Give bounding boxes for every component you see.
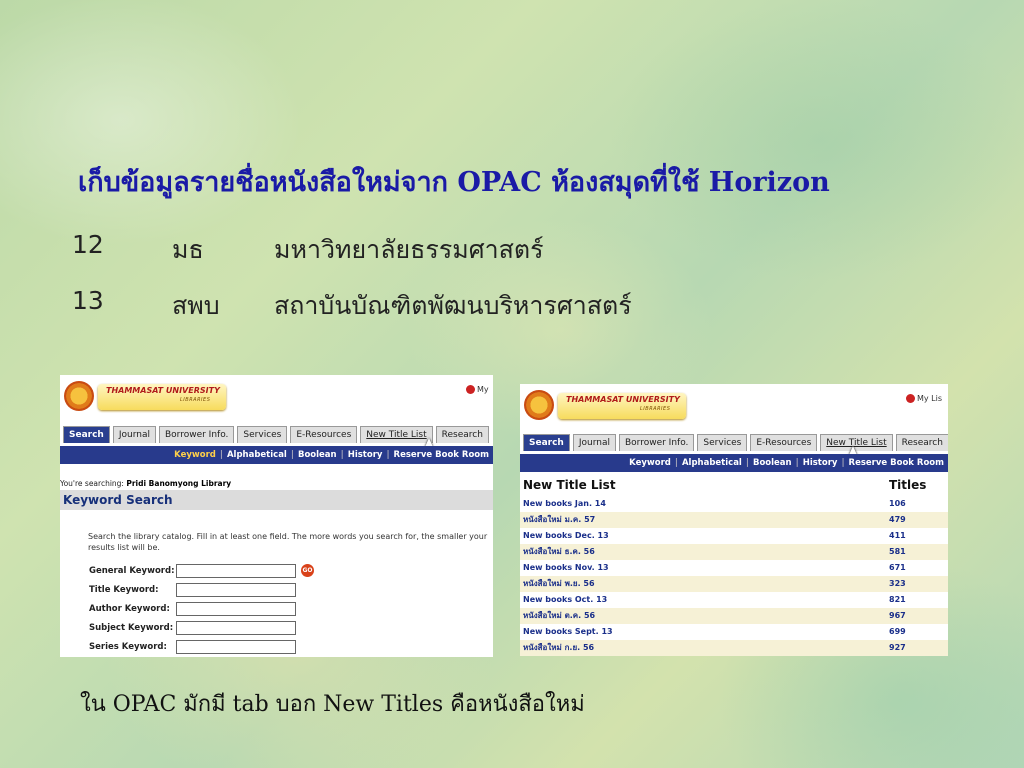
- titles-column-header: Titles: [889, 478, 927, 492]
- list-item-count: 581: [889, 547, 906, 556]
- row-abbr: มธ: [172, 235, 204, 264]
- subnav-keyword[interactable]: Keyword: [629, 458, 671, 468]
- tab-journal[interactable]: Journal: [112, 426, 156, 443]
- list-item-count: 821: [889, 595, 906, 604]
- tab-search[interactable]: Search: [63, 426, 110, 443]
- tab-borrower-info[interactable]: Borrower Info.: [158, 426, 235, 443]
- list-item-label[interactable]: หนังสือใหม่ พ.ย. 56: [523, 576, 595, 592]
- tab-services[interactable]: Services: [237, 426, 288, 443]
- slide-caption: ใน OPAC มักมี tab บอก New Titles คือหนัง…: [80, 692, 585, 717]
- list-item[interactable]: หนังสือใหม่ ธ.ค. 56 581: [520, 544, 948, 560]
- subnav-history[interactable]: History: [348, 450, 383, 460]
- tab-e-resources[interactable]: E-Resources: [750, 434, 818, 451]
- list-item-label[interactable]: New books Dec. 13: [523, 528, 609, 544]
- opac-keyword-search-screenshot: THAMMASAT UNIVERSITY LIBRARIES My Search…: [60, 375, 493, 657]
- list-item-count: 699: [889, 627, 906, 636]
- list-item-label[interactable]: New books Oct. 13: [523, 592, 607, 608]
- list-item-count: 927: [889, 643, 906, 652]
- university-seal-icon: [64, 381, 94, 411]
- row-name: สถาบันบัณฑิตพัฒนบริหารศาสตร์: [274, 291, 632, 320]
- subnav-alphabetical[interactable]: Alphabetical: [227, 450, 287, 460]
- subject-keyword-input[interactable]: [176, 621, 296, 635]
- list-item-count: 967: [889, 611, 906, 620]
- tab-journal[interactable]: Journal: [572, 434, 616, 451]
- series-keyword-input[interactable]: [176, 640, 296, 654]
- list-item[interactable]: New books Nov. 13 671: [520, 560, 948, 576]
- tab-search[interactable]: Search: [523, 434, 570, 451]
- row-number: 12: [72, 230, 104, 259]
- subnav-boolean[interactable]: Boolean: [298, 450, 337, 460]
- subject-keyword-label: Subject Keyword:: [89, 623, 174, 633]
- list-item[interactable]: New books Sept. 13 699: [520, 624, 948, 640]
- list-item-label[interactable]: หนังสือใหม่ ต.ค. 56: [523, 608, 595, 624]
- tab-borrower-info[interactable]: Borrower Info.: [618, 434, 695, 451]
- list-item-label[interactable]: New books Nov. 13: [523, 560, 609, 576]
- title-keyword-input[interactable]: [176, 583, 296, 597]
- subnav-reserve-book-room[interactable]: Reserve Book Room: [849, 458, 944, 468]
- university-seal-icon: [524, 390, 554, 420]
- list-item[interactable]: New books Oct. 13 821: [520, 592, 948, 608]
- list-item-count: 411: [889, 531, 906, 540]
- search-instructions: Search the library catalog. Fill in at l…: [88, 532, 488, 552]
- list-item[interactable]: หนังสือใหม่ ต.ค. 56 967: [520, 608, 948, 624]
- opac-header: THAMMASAT UNIVERSITY LIBRARIES My Lis: [520, 384, 948, 432]
- tab-services[interactable]: Services: [697, 434, 748, 451]
- list-item-count: 323: [889, 579, 906, 588]
- opac-new-title-list-screenshot: THAMMASAT UNIVERSITY LIBRARIES My Lis Se…: [520, 384, 948, 656]
- subnav-boolean[interactable]: Boolean: [753, 458, 792, 468]
- row-name: มหาวิทยาลัยธรรมศาสตร์: [274, 235, 544, 264]
- list-item[interactable]: หนังสือใหม่ พ.ย. 56 323: [520, 576, 948, 592]
- author-keyword-label: Author Keyword:: [89, 604, 170, 614]
- opac-header: THAMMASAT UNIVERSITY LIBRARIES My: [60, 375, 493, 423]
- list-item-count: 671: [889, 563, 906, 572]
- tab-new-title-list[interactable]: New Title List: [360, 426, 433, 443]
- list-item[interactable]: หนังสือใหม่ ม.ค. 57 479: [520, 512, 948, 528]
- subnav-reserve-book-room[interactable]: Reserve Book Room: [394, 450, 489, 460]
- general-keyword-input[interactable]: [176, 564, 296, 578]
- list-item-label[interactable]: New books Jan. 14: [523, 496, 606, 512]
- account-icon: [466, 385, 475, 394]
- new-title-list-header: New Title List Titles: [520, 476, 948, 494]
- list-icon: [906, 394, 915, 403]
- list-item-label[interactable]: New books Sept. 13: [523, 624, 613, 640]
- list-item[interactable]: หนังสือใหม่ ก.ย. 56 927: [520, 640, 948, 656]
- row-abbr: สพบ: [172, 291, 220, 320]
- list-item[interactable]: New books Jan. 14 106: [520, 496, 948, 512]
- search-subnav: Keyword | Alphabetical | Boolean | History | Res…: [520, 454, 948, 472]
- searching-library: You're searching: Pridi Banomyong Librar…: [60, 479, 232, 488]
- logo-subtext: LIBRARIES: [180, 397, 211, 403]
- tab-e-resources[interactable]: E-Resources: [290, 426, 358, 443]
- logo-subtext: LIBRARIES: [640, 406, 671, 412]
- slide-title: เก็บข้อมูลรายชื่อหนังสือใหม่จาก OPAC ห้อ…: [78, 167, 830, 198]
- row-number: 13: [72, 286, 104, 315]
- go-button[interactable]: GO: [301, 564, 314, 577]
- list-item-label[interactable]: หนังสือใหม่ ก.ย. 56: [523, 640, 594, 656]
- tab-research[interactable]: Research: [895, 434, 948, 451]
- subnav-alphabetical[interactable]: Alphabetical: [682, 458, 742, 468]
- search-subnav: Keyword | Alphabetical | Boolean | History | Res…: [60, 446, 493, 464]
- tab-research[interactable]: Research: [435, 426, 489, 443]
- subnav-keyword[interactable]: Keyword: [174, 450, 216, 460]
- list-item[interactable]: New books Dec. 13 411: [520, 528, 948, 544]
- list-item-label[interactable]: หนังสือใหม่ ม.ค. 57: [523, 512, 595, 528]
- list-item-label[interactable]: หนังสือใหม่ ธ.ค. 56: [523, 544, 595, 560]
- my-list-link[interactable]: My Lis: [906, 394, 942, 403]
- opac-tab-bar: Search Journal Borrower Info. Services E…: [520, 434, 948, 451]
- logo-text: THAMMASAT UNIVERSITY: [566, 395, 680, 404]
- my-account-link[interactable]: My: [466, 385, 489, 394]
- author-keyword-input[interactable]: [176, 602, 296, 616]
- title-keyword-label: Title Keyword:: [89, 585, 159, 595]
- list-item-count: 106: [889, 499, 906, 508]
- subnav-history[interactable]: History: [803, 458, 838, 468]
- logo-text: THAMMASAT UNIVERSITY: [106, 386, 220, 395]
- list-title: New Title List: [523, 478, 616, 492]
- list-item-count: 479: [889, 515, 906, 524]
- keyword-search-title: Keyword Search: [60, 490, 493, 510]
- general-keyword-label: General Keyword:: [89, 566, 175, 576]
- series-keyword-label: Series Keyword:: [89, 642, 167, 652]
